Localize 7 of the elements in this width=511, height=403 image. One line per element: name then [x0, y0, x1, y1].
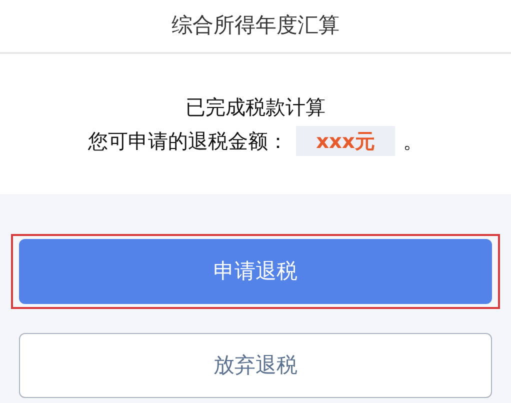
refund-amount: xxx元 [296, 126, 395, 156]
apply-button[interactable]: 申请退税 [19, 239, 492, 304]
page-title: 综合所得年度汇算 [172, 12, 340, 40]
decline-button[interactable]: 放弃退税 [19, 333, 492, 398]
status-text: 已完成税款计算 [186, 94, 326, 122]
sentence-end: 。 [402, 128, 423, 156]
refund-label: 您可申请的退税金额： [88, 128, 288, 156]
